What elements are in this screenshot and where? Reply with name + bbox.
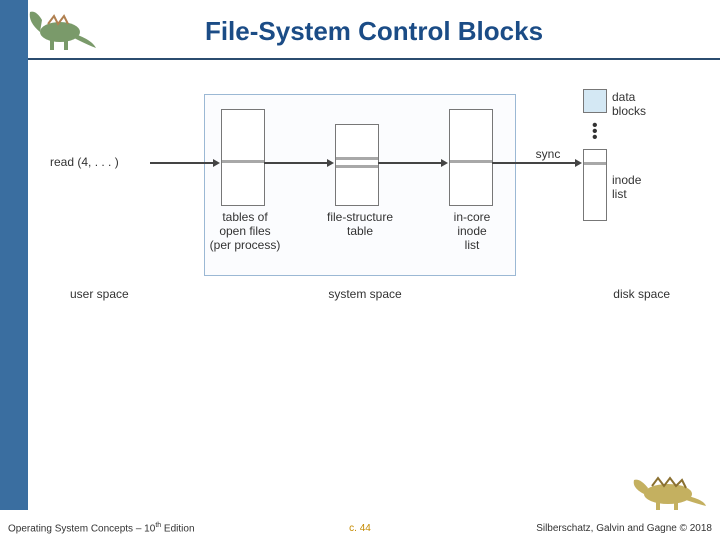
user-space-label: user space	[70, 287, 160, 301]
in-core-inode-list-box	[450, 110, 492, 205]
left-sidebar	[0, 0, 28, 510]
ellipsis-dots: •••	[592, 123, 598, 141]
tables-of-open-files-box	[222, 110, 264, 205]
header: File-System Control Blocks	[28, 0, 720, 60]
tables-of-open-files-label: tables of open files (per process)	[200, 210, 290, 252]
footer-right-text: Silberschatz, Galvin and Gagne © 2018	[536, 523, 712, 534]
inode-list-box	[584, 150, 606, 220]
dinosaur-top-icon	[20, 2, 100, 54]
dinosaur-bottom-icon	[628, 472, 708, 512]
arrow-head-1	[213, 159, 220, 167]
arrow-fs-to-incore	[378, 162, 443, 164]
read-call-label: read (4, . . . )	[50, 155, 150, 169]
arrow-head-4	[575, 159, 582, 167]
file-system-diagram: read (4, . . . ) tables of open files (p…	[60, 95, 680, 345]
data-blocks-label: data blocks	[612, 90, 662, 118]
arrow-tables-to-fs	[264, 162, 329, 164]
arrow-head-2	[327, 159, 334, 167]
inode-list-label: inode list	[612, 173, 662, 201]
file-structure-table-box	[336, 125, 378, 205]
footer: Operating System Concepts – 10th Edition…	[0, 516, 720, 540]
system-space-label: system space	[315, 287, 415, 301]
arrow-head-3	[441, 159, 448, 167]
file-structure-table-label: file-structure table	[315, 210, 405, 238]
in-core-inode-list-label: in-core inode list	[432, 210, 512, 252]
data-blocks-box	[584, 90, 606, 112]
footer-page-number: c. 44	[349, 523, 371, 534]
page-title: File-System Control Blocks	[28, 0, 720, 47]
sync-label: sync	[528, 147, 568, 161]
disk-space-label: disk space	[580, 287, 670, 301]
arrow-sync	[492, 162, 577, 164]
footer-left-text: Operating System Concepts – 10th Edition	[8, 522, 195, 534]
arrow-read-to-tables	[150, 162, 215, 164]
